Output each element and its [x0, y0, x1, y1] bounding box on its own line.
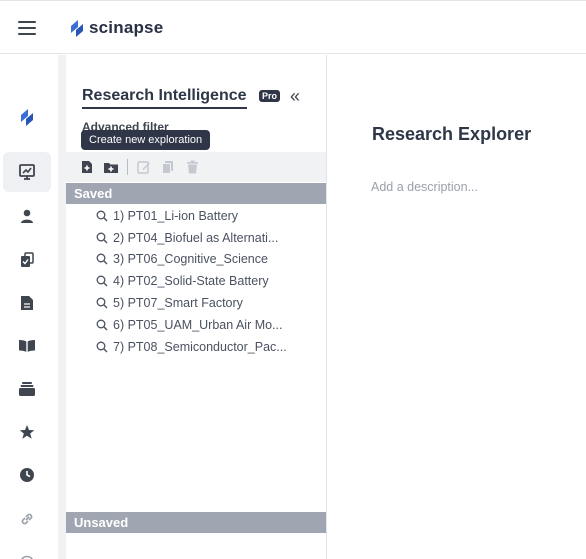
research-intelligence-panel: Research Intelligence Pro « Advanced fil… [66, 55, 327, 559]
scinapse-home-icon[interactable] [3, 97, 51, 137]
pro-badge: Pro [259, 90, 281, 102]
search-icon [96, 319, 108, 331]
menu-icon[interactable] [18, 21, 36, 35]
collapse-panel-button[interactable]: « [290, 86, 300, 107]
brand-name: scinapse [89, 18, 164, 37]
new-exploration-button[interactable] [75, 155, 99, 179]
list-item-label: 7) PT08_Semiconductor_Pac... [113, 339, 287, 354]
list-item[interactable]: 5) PT07_Smart Factory [66, 292, 326, 314]
list-item[interactable]: 1) PT01_Li-ion Battery [66, 205, 326, 227]
edit-icon [137, 161, 150, 174]
list-item[interactable]: 3) PT06_Cognitive_Science [66, 249, 326, 271]
search-icon [96, 275, 108, 287]
list-item[interactable]: 6) PT05_UAM_Urban Air Mo... [66, 314, 326, 336]
research-intelligence-icon[interactable] [3, 152, 51, 192]
search-icon [96, 232, 108, 244]
rail-divider [58, 55, 66, 559]
top-bar: scinapse [0, 0, 586, 54]
saved-section-header: Saved [66, 183, 326, 204]
list-item-label: 2) PT04_Biofuel as Alternati... [113, 230, 279, 245]
list-item-label: 4) PT02_Solid-State Battery [113, 274, 269, 289]
archive-icon[interactable] [3, 369, 51, 409]
star-icon[interactable] [3, 412, 51, 452]
copy-icon [162, 161, 173, 174]
search-icon [96, 254, 108, 265]
page-title: Research Explorer [372, 124, 532, 144]
list-item-label: 6) PT05_UAM_Urban Air Mo... [113, 317, 283, 332]
research-explorer-main: Research Explorer Add a description... [335, 55, 586, 559]
delete-button[interactable] [180, 155, 204, 179]
toolbar-divider [127, 159, 128, 175]
copy-button[interactable] [156, 155, 180, 179]
link-icon[interactable] [3, 499, 51, 539]
scinapse-logo[interactable]: scinapse [69, 18, 163, 38]
saved-explorations-list: 1) PT01_Li-ion Battery 2) PT04_Biofuel a… [66, 205, 326, 358]
create-exploration-tooltip: Create new exploration [81, 130, 211, 150]
list-item-label: 3) PT06_Cognitive_Science [113, 252, 268, 267]
exploration-toolbar [66, 152, 326, 182]
trash-icon [186, 160, 198, 174]
search-icon [96, 341, 108, 353]
collection-icon[interactable] [3, 240, 51, 280]
list-item[interactable]: 2) PT04_Biofuel as Alternati... [66, 227, 326, 249]
user-icon[interactable] [3, 196, 51, 236]
add-file-icon [82, 161, 92, 173]
panel-title: Research Intelligence [82, 87, 247, 109]
search-icon [96, 210, 108, 222]
edit-button[interactable] [132, 155, 156, 179]
more-icon[interactable] [3, 543, 51, 559]
new-folder-button[interactable] [99, 155, 123, 179]
scinapse-logo-icon [71, 20, 83, 37]
history-icon[interactable] [3, 455, 51, 495]
add-folder-icon [104, 163, 118, 173]
description-input[interactable]: Add a description... [371, 180, 478, 194]
list-item[interactable]: 7) PT08_Semiconductor_Pac... [66, 336, 326, 358]
list-item-label: 1) PT01_Li-ion Battery [113, 208, 239, 223]
icon-rail [0, 55, 58, 559]
search-icon [96, 297, 108, 309]
book-icon[interactable] [3, 326, 51, 366]
list-item-label: 5) PT07_Smart Factory [113, 296, 243, 311]
unsaved-section-header: Unsaved [66, 512, 326, 533]
document-icon[interactable] [3, 283, 51, 323]
list-item[interactable]: 4) PT02_Solid-State Battery [66, 270, 326, 292]
